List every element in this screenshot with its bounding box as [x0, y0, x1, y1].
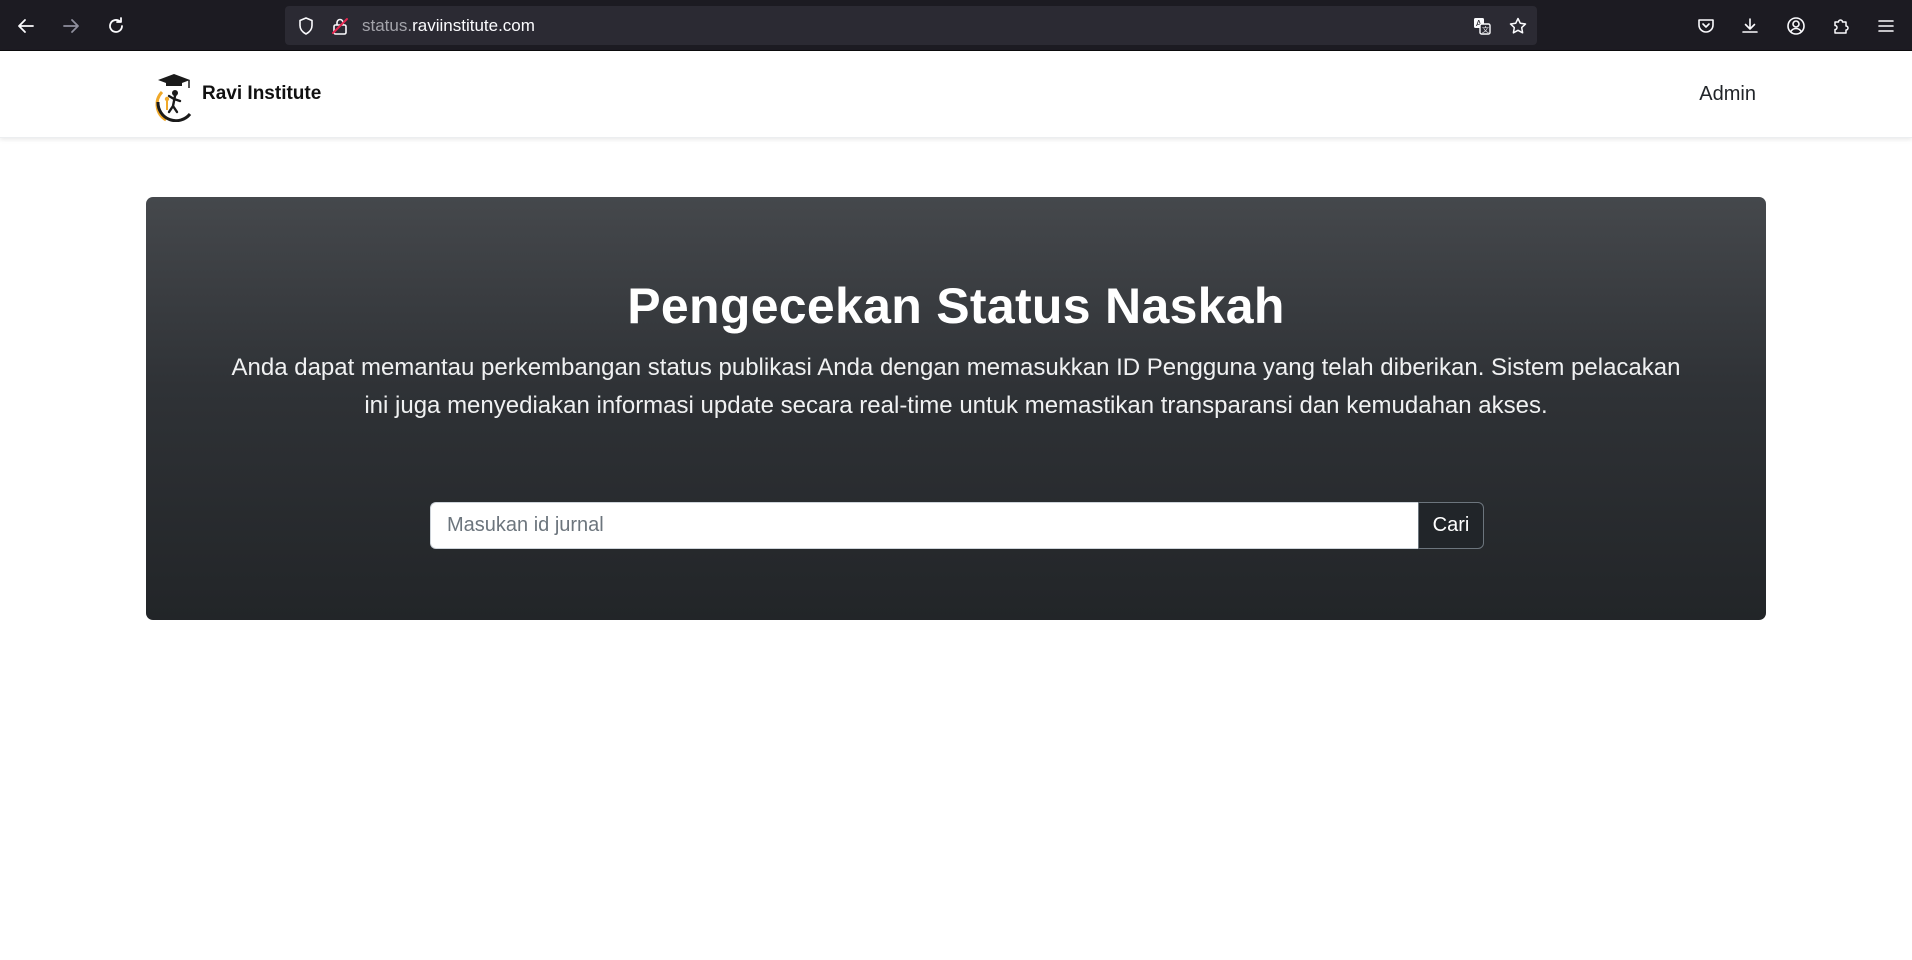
extensions-button[interactable]	[1826, 11, 1856, 41]
site-navbar: Ravi Institute Admin	[0, 51, 1912, 138]
url-domain: raviinstitute.com	[412, 16, 535, 35]
url-text[interactable]: status.raviinstitute.com	[362, 16, 535, 36]
reload-icon	[109, 17, 123, 33]
hero-description: Anda dapat memantau perkembangan status …	[231, 354, 1681, 419]
reload-button[interactable]	[100, 10, 132, 42]
search-button[interactable]: Cari	[1418, 502, 1484, 549]
ravi-institute-logo-icon	[155, 74, 192, 122]
menu-button[interactable]	[1871, 11, 1901, 41]
forward-button[interactable]	[55, 10, 87, 42]
address-bar[interactable]: status.raviinstitute.com A 文	[285, 6, 1537, 45]
url-subdomain: status.	[362, 16, 413, 35]
pocket-button[interactable]	[1691, 11, 1721, 41]
brand-link[interactable]: Ravi Institute	[150, 66, 321, 122]
journal-id-input[interactable]	[430, 502, 1418, 549]
arrow-right-icon	[63, 19, 79, 33]
search-form: Cari	[430, 502, 1484, 549]
account-button[interactable]	[1781, 11, 1811, 41]
download-icon	[1742, 18, 1758, 33]
arrow-left-icon	[18, 19, 34, 33]
downloads-button[interactable]	[1735, 11, 1765, 41]
hamburger-menu-icon	[1878, 20, 1894, 32]
back-button[interactable]	[10, 10, 42, 42]
status-check-hero: Pengecekan Status Naskah Anda dapat mema…	[146, 197, 1766, 620]
shield-icon[interactable]	[295, 15, 317, 37]
translate-icon[interactable]: A 文	[1471, 15, 1493, 37]
extensions-icon	[1834, 19, 1849, 34]
insecure-lock-icon[interactable]	[329, 15, 351, 37]
svg-text:文: 文	[1482, 25, 1489, 34]
page-title: Pengecekan Status Naskah	[627, 278, 1285, 334]
account-icon	[1787, 17, 1805, 35]
browser-toolbar: status.raviinstitute.com A 文	[0, 0, 1912, 51]
pocket-icon	[1698, 19, 1714, 33]
brand-name: Ravi Institute	[202, 83, 322, 104]
admin-link[interactable]: Admin	[1699, 83, 1756, 106]
star-icon[interactable]	[1507, 15, 1529, 37]
